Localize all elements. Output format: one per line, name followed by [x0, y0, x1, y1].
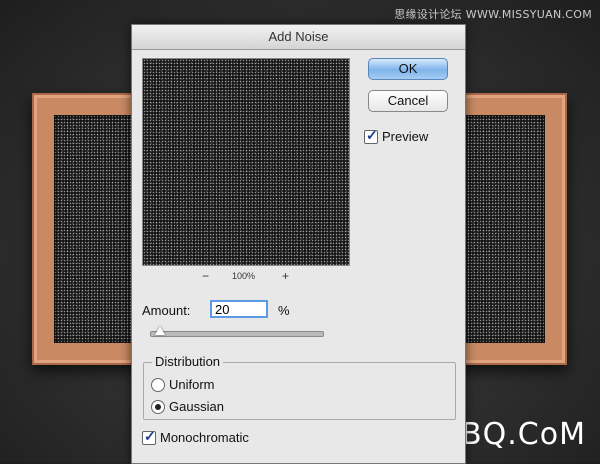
radio-button-gaussian[interactable] — [151, 399, 165, 414]
amount-input[interactable] — [210, 300, 268, 318]
amount-unit: % — [278, 303, 290, 318]
zoom-level: 100% — [232, 271, 256, 281]
radio-label-uniform: Uniform — [169, 377, 215, 393]
zoom-controls: − 100% + — [142, 269, 348, 285]
watermark-top: 思缘设计论坛 WWW.MISSYUAN.COM — [394, 8, 592, 21]
zoom-out-button[interactable]: − — [202, 269, 209, 283]
radio-gaussian[interactable]: Gaussian — [151, 398, 224, 414]
distribution-group: Distribution Uniform Gaussian — [143, 354, 456, 420]
ok-button[interactable]: OK — [368, 58, 448, 80]
radio-selected-dot — [155, 403, 161, 410]
radio-button-uniform[interactable] — [151, 377, 165, 392]
checkmark-icon: ✓ — [144, 427, 156, 444]
add-noise-dialog: Add Noise − 100% + OK Cancel ✓ Preview Am… — [131, 24, 466, 464]
amount-row: Amount: % — [142, 300, 290, 318]
preview-image[interactable] — [142, 58, 350, 266]
radio-uniform[interactable]: Uniform — [151, 376, 215, 392]
cancel-button[interactable]: Cancel — [368, 90, 448, 112]
dialog-title: Add Noise — [132, 25, 465, 50]
checkmark-icon: ✓ — [366, 126, 378, 143]
slider-thumb[interactable] — [154, 326, 165, 335]
preview-label: Preview — [382, 129, 429, 145]
zoom-in-button[interactable]: + — [282, 269, 289, 283]
amount-slider[interactable] — [150, 326, 324, 337]
distribution-label: Distribution — [152, 354, 224, 369]
monochromatic-checkbox-row[interactable]: ✓ Monochromatic — [142, 427, 249, 446]
noise-canvas-right — [455, 115, 545, 343]
monochromatic-checkbox[interactable]: ✓ — [142, 427, 156, 445]
amount-label: Amount: — [142, 303, 191, 318]
monochromatic-label: Monochromatic — [160, 430, 249, 446]
picture-frame-left — [32, 93, 142, 365]
radio-label-gaussian: Gaussian — [169, 399, 224, 415]
noise-canvas-left — [54, 115, 142, 343]
picture-frame-right — [455, 93, 567, 365]
preview-checkbox[interactable]: ✓ — [364, 126, 378, 144]
preview-checkbox-row[interactable]: ✓ Preview — [364, 126, 429, 145]
